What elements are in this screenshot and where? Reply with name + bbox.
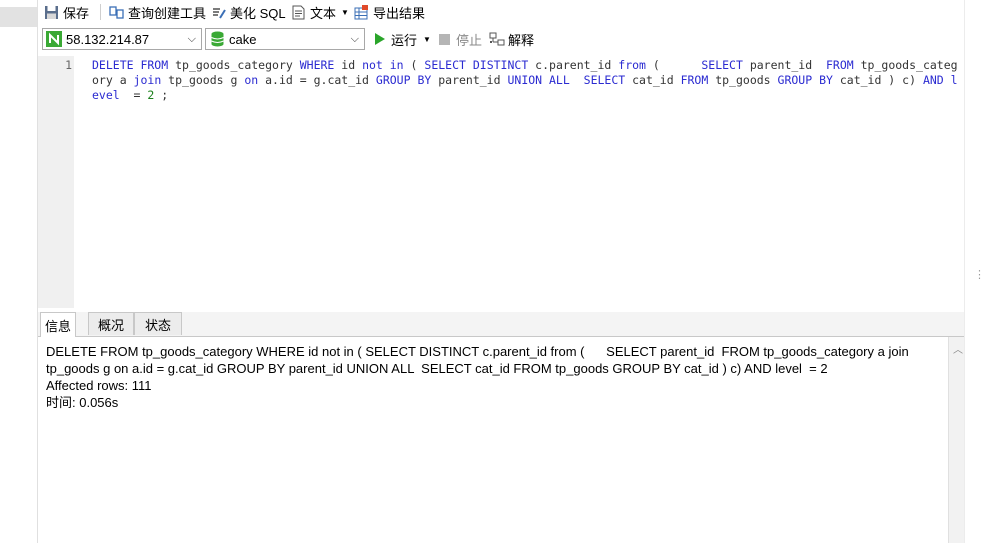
database-select[interactable]: cake ⌵	[205, 28, 365, 50]
query-builder-icon	[109, 5, 124, 20]
chevron-down-icon: ⌵	[187, 33, 196, 45]
line-number-gutter: 1	[38, 56, 74, 308]
save-icon	[44, 5, 59, 20]
query-builder-button[interactable]: 查询创建工具	[109, 3, 206, 21]
play-icon	[374, 32, 386, 46]
text-menu-label: 文本	[310, 5, 337, 21]
beautify-sql-label: 美化 SQL	[230, 5, 286, 21]
chevron-down-icon: ⌵	[350, 33, 359, 45]
tab-status-label: 状态	[144, 317, 171, 333]
database-icon	[210, 31, 225, 47]
export-results-label: 导出结果	[373, 5, 426, 21]
export-results-button[interactable]: 导出结果	[354, 3, 425, 21]
info-panel: DELETE FROM tp_goods_category WHERE id n…	[38, 337, 948, 543]
save-button[interactable]: 保存	[44, 3, 89, 21]
info-affected-rows: Affected rows: 111	[46, 378, 152, 393]
info-text: DELETE FROM tp_goods_category WHERE id n…	[46, 343, 946, 411]
left-panel	[0, 0, 37, 543]
toolbar-divider	[100, 4, 101, 20]
chevron-down-icon: ▼	[341, 7, 349, 17]
tab-overview[interactable]: 概况	[88, 312, 134, 335]
run-button[interactable]: 运行 ▼	[374, 30, 431, 48]
left-panel-tab[interactable]	[0, 7, 37, 27]
line-number: 1	[65, 58, 72, 72]
export-results-icon	[354, 4, 369, 20]
stop-button[interactable]: 停止	[439, 30, 482, 48]
query-window: 保存 查询创建工具 美化 SQL 文本 ▼ 导出结果 58.132.214.87…	[37, 0, 966, 543]
info-time: 时间: 0.056s	[46, 395, 119, 410]
tab-status[interactable]: 状态	[134, 312, 182, 335]
beautify-sql-icon	[211, 5, 226, 20]
save-label: 保存	[63, 5, 90, 21]
text-document-icon	[291, 5, 306, 20]
explain-label: 解释	[508, 32, 535, 48]
connection-icon	[46, 31, 62, 47]
query-builder-label: 查询创建工具	[128, 5, 207, 21]
chevron-up-icon[interactable]: ︿	[953, 341, 963, 356]
chevron-down-icon: ▼	[423, 34, 431, 44]
database-name: cake	[229, 31, 257, 47]
connection-bar: 58.132.214.87 ⌵ cake ⌵ 运行 ▼ 停止 解释	[38, 28, 965, 54]
beautify-sql-button[interactable]: 美化 SQL	[211, 3, 286, 21]
result-tabs: 信息 概况 状态	[38, 312, 965, 337]
connection-select[interactable]: 58.132.214.87 ⌵	[42, 28, 202, 50]
explain-icon	[489, 32, 505, 47]
text-menu-button[interactable]: 文本 ▼	[291, 3, 349, 21]
run-label: 运行	[391, 32, 418, 48]
info-query: DELETE FROM tp_goods_category WHERE id n…	[46, 344, 913, 376]
connection-host: 58.132.214.87	[66, 31, 150, 47]
sql-code[interactable]: DELETE FROM tp_goods_category WHERE id n…	[92, 58, 960, 103]
sql-editor[interactable]: 1 DELETE FROM tp_goods_category WHERE id…	[38, 56, 965, 308]
toolbar: 保存 查询创建工具 美化 SQL 文本 ▼ 导出结果	[38, 0, 965, 24]
tab-info[interactable]: 信息	[40, 312, 76, 337]
stop-icon	[439, 33, 450, 45]
explain-button[interactable]: 解释	[489, 30, 534, 48]
tab-overview-label: 概况	[97, 317, 124, 333]
tab-info-label: 信息	[44, 318, 71, 334]
stop-label: 停止	[456, 32, 483, 48]
resize-grip-icon[interactable]: ⋮	[974, 268, 981, 281]
